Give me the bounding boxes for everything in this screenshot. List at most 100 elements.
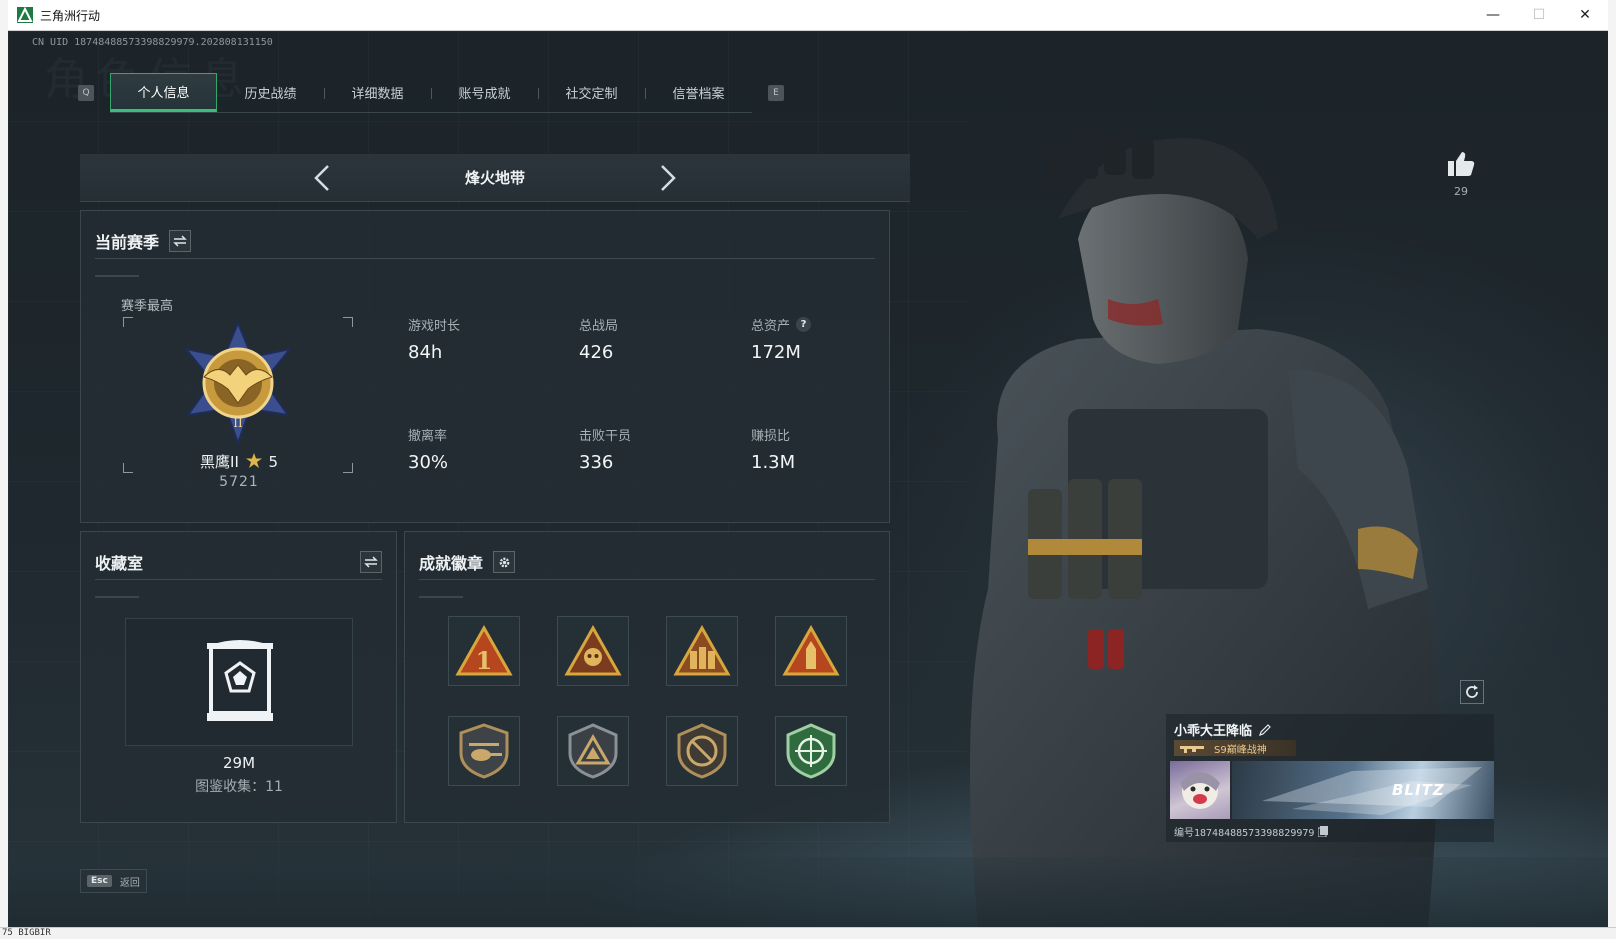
stat-label-row: 总资产 ? bbox=[751, 315, 901, 334]
window-edge-right bbox=[1608, 0, 1616, 939]
rank-stars: 5 bbox=[268, 453, 278, 471]
stat-value: 336 bbox=[579, 452, 614, 473]
avatar-character-icon bbox=[1180, 772, 1220, 809]
map-selector: 烽火地带 bbox=[80, 154, 910, 202]
delta-shield-badge-icon bbox=[568, 723, 618, 779]
player-id-row: 编号18748488573398829979 bbox=[1174, 824, 1329, 839]
collection-title: 收藏室 bbox=[95, 554, 144, 573]
chevron-right-icon bbox=[661, 164, 676, 191]
esc-key-hint: Esc bbox=[87, 875, 112, 887]
rank-name: 黑鹰II bbox=[200, 453, 239, 471]
tab-personal-info[interactable]: 个人信息 bbox=[110, 73, 217, 112]
season-switch-button[interactable] bbox=[169, 230, 192, 252]
player-avatar[interactable] bbox=[1170, 761, 1230, 819]
gear-icon bbox=[499, 557, 509, 567]
star-icon bbox=[245, 453, 262, 468]
panel-subdivider bbox=[95, 275, 139, 277]
window-titlebar: 三角洲行动 — ☐ ✕ bbox=[8, 0, 1608, 31]
vault-collection-count: 图鉴收集：11 bbox=[195, 779, 283, 795]
tab-history[interactable]: 历史战绩 bbox=[217, 73, 324, 112]
map-name: 烽火地带 bbox=[464, 169, 525, 187]
map-next-button[interactable] bbox=[653, 163, 683, 193]
skull-triangle-badge-icon bbox=[564, 625, 622, 676]
badge-slot[interactable] bbox=[666, 716, 738, 786]
player-title: S9巅峰战神 bbox=[1214, 744, 1267, 756]
window-title: 三角洲行动 bbox=[40, 8, 101, 23]
banner-text: BLITZ bbox=[1392, 781, 1445, 799]
minimize-button[interactable]: — bbox=[1470, 0, 1516, 30]
tab-detailed-data[interactable]: 详细数据 bbox=[324, 73, 431, 112]
badges-settings-button[interactable] bbox=[493, 551, 516, 573]
panel-subdivider bbox=[419, 596, 463, 598]
map-prev-button[interactable] bbox=[307, 163, 337, 193]
panel-title: 成就徽章 bbox=[419, 550, 516, 574]
player-id: 编号18748488573398829979 bbox=[1174, 828, 1315, 839]
stat-total-assets: 总资产 ? 172M bbox=[751, 315, 901, 363]
bottom-bar bbox=[8, 857, 1608, 927]
player-title-chip: S9巅峰战神 bbox=[1174, 740, 1296, 756]
stat-label: 总战局 bbox=[579, 319, 619, 334]
badge-slot[interactable]: 1 bbox=[448, 616, 520, 686]
stat-label: 击败干员 bbox=[579, 429, 632, 444]
vault-value: 29M bbox=[222, 754, 256, 772]
ammo-triangle-badge-icon bbox=[782, 625, 840, 676]
copy-icon[interactable] bbox=[1318, 826, 1329, 837]
rank-frame: II bbox=[123, 317, 353, 473]
player-profile-card[interactable]: 小乖大王降临 S9巅峰战神 BLITZ 编号187484885733988299… bbox=[1166, 714, 1494, 842]
tabs: 个人信息 历史战绩 详细数据 账号成就 社交定制 信誉档案 bbox=[110, 73, 752, 113]
helicopter-shield-badge-icon bbox=[459, 723, 509, 779]
window-edge-left bbox=[0, 0, 8, 939]
black-hawk-rank-emblem-icon: II bbox=[183, 320, 293, 447]
badge-slot[interactable] bbox=[775, 616, 847, 686]
swap-icon bbox=[173, 235, 187, 247]
panel-subdivider bbox=[95, 596, 139, 598]
panel-divider bbox=[95, 579, 382, 580]
panel-divider bbox=[419, 579, 875, 580]
stat-operators-defeated: 击败干员 336 bbox=[579, 425, 729, 473]
stat-label: 撤离率 bbox=[408, 429, 448, 444]
stat-label: 赚损比 bbox=[751, 429, 791, 444]
svg-text:1: 1 bbox=[476, 646, 493, 675]
swap-icon bbox=[364, 556, 378, 568]
edit-pencil-icon[interactable] bbox=[1258, 723, 1272, 737]
stat-extraction-rate: 撤离率 30% bbox=[408, 425, 558, 473]
tab-achievements[interactable]: 账号成就 bbox=[431, 73, 538, 112]
player-name: 小乖大王降临 bbox=[1174, 724, 1253, 739]
badge-slot[interactable] bbox=[775, 716, 847, 786]
stat-total-matches: 总战局 426 bbox=[579, 315, 729, 363]
back-label: 返回 bbox=[119, 877, 140, 889]
badge-slot[interactable] bbox=[448, 716, 520, 786]
tab-prev-key-hint[interactable]: Q bbox=[78, 85, 94, 101]
frame-bracket bbox=[343, 317, 353, 327]
stat-value: 426 bbox=[579, 342, 614, 363]
tab-next-key-hint[interactable]: E bbox=[768, 85, 784, 101]
collection-panel: 收藏室 29M 图鉴收集：11 bbox=[80, 531, 397, 823]
collection-switch-button[interactable] bbox=[360, 551, 382, 573]
soldiers-triangle-badge-icon bbox=[673, 625, 731, 676]
taskbar-strip: 75 BIGBIR bbox=[0, 927, 1616, 939]
vault-display[interactable] bbox=[125, 618, 353, 746]
banner-art-icon bbox=[1262, 767, 1482, 815]
badge-slot[interactable] bbox=[557, 716, 629, 786]
help-icon[interactable]: ? bbox=[796, 317, 812, 332]
rotate-view-button[interactable] bbox=[1460, 680, 1484, 704]
tab-social-custom[interactable]: 社交定制 bbox=[538, 73, 645, 112]
close-button[interactable]: ✕ bbox=[1562, 0, 1608, 30]
rank-1-triangle-badge-icon: 1 bbox=[455, 625, 513, 676]
stat-label: 总资产 bbox=[751, 319, 791, 334]
stat-label: 游戏时长 bbox=[408, 319, 461, 334]
badge-slot[interactable] bbox=[557, 616, 629, 686]
rank-score: 5721 bbox=[219, 474, 259, 490]
uid-label: CN UID 18748488573398829979.202808131150 bbox=[32, 37, 273, 48]
app-logo-icon bbox=[17, 7, 33, 23]
maximize-button[interactable]: ☐ bbox=[1516, 0, 1562, 30]
season-title: 当前赛季 bbox=[95, 233, 160, 252]
back-button[interactable]: Esc 返回 bbox=[80, 869, 147, 893]
panel-divider bbox=[95, 258, 875, 259]
stat-value: 84h bbox=[408, 342, 443, 363]
frame-bracket bbox=[123, 317, 133, 327]
svg-text:II: II bbox=[233, 416, 243, 430]
stat-value: 30% bbox=[408, 452, 449, 473]
badge-slot[interactable] bbox=[666, 616, 738, 686]
tab-reputation[interactable]: 信誉档案 bbox=[645, 73, 752, 112]
